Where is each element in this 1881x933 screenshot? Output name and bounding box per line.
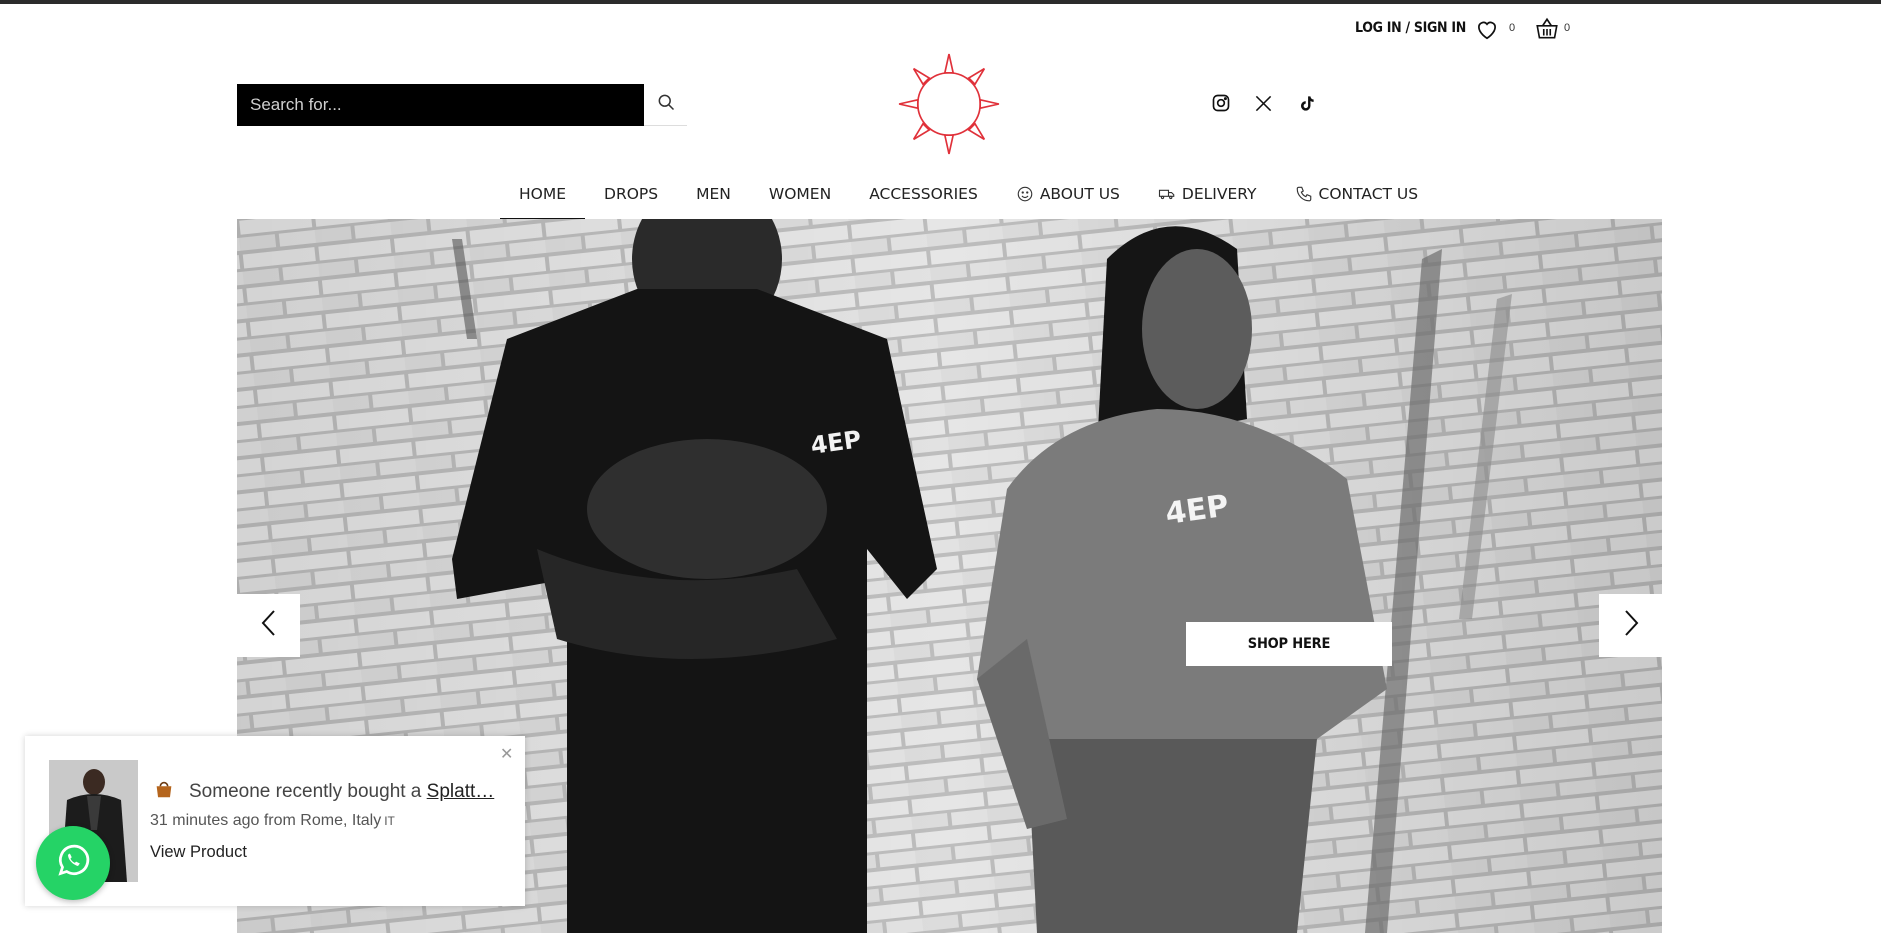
nav-label: MEN (696, 185, 731, 203)
slider-prev-button[interactable] (237, 594, 300, 657)
nav-item-home[interactable]: HOME (500, 168, 586, 220)
chevron-right-icon (1620, 608, 1642, 643)
nav-label: WOMEN (768, 185, 832, 203)
nav-item-men[interactable]: MEN (677, 168, 750, 220)
search-icon (656, 92, 676, 117)
nav-item-contact-us[interactable]: CONTACT US (1276, 168, 1438, 220)
nav-item-about-us[interactable]: ABOUT US (997, 168, 1139, 220)
shopping-bag-icon (153, 778, 175, 806)
shop-here-button[interactable]: SHOP HERE (1186, 622, 1392, 666)
whatsapp-button[interactable] (36, 826, 110, 900)
nav-label: DROPS (604, 185, 659, 203)
purchase-meta: 31 minutes ago from Rome, Italy IT (150, 812, 395, 830)
login-link[interactable]: LOG IN / SIGN IN (1355, 20, 1466, 36)
cart-count: 0 (1564, 22, 1571, 34)
top-border (0, 0, 1881, 4)
nav-label: HOME (519, 185, 567, 203)
view-product-link[interactable]: View Product (150, 843, 247, 862)
search-input[interactable] (237, 84, 644, 126)
nav-label: DELIVERY (1181, 185, 1257, 203)
nav-label: ABOUT US (1039, 185, 1120, 203)
smiley-icon (1016, 185, 1034, 203)
tiktok-icon[interactable] (1295, 92, 1317, 114)
instagram-icon[interactable] (1210, 92, 1232, 114)
nav-item-delivery[interactable]: DELIVERY (1139, 168, 1276, 220)
search-box (237, 84, 644, 126)
phone-icon (1295, 185, 1313, 203)
slider-next-button[interactable] (1599, 594, 1662, 657)
nav-label: CONTACT US (1318, 185, 1419, 203)
wishlist-count: 0 (1509, 22, 1516, 34)
country-code: IT (384, 814, 395, 828)
truck-icon (1158, 185, 1176, 203)
main-nav: HOME DROPS MEN WOMEN ACCESSORIES ABOUT U… (500, 168, 1437, 220)
nav-item-accessories[interactable]: ACCESSORIES (850, 168, 997, 220)
x-icon[interactable] (1252, 92, 1274, 114)
purchase-message: Someone recently bought a Splatt… (153, 778, 494, 806)
search-button[interactable] (644, 84, 687, 126)
product-link[interactable]: Splatt… (427, 781, 495, 802)
nav-item-women[interactable]: WOMEN (750, 168, 850, 220)
utility-bar: LOG IN / SIGN IN 0 0 (0, 16, 1881, 42)
wishlist-icon[interactable] (1474, 16, 1500, 42)
nav-label: ACCESSORIES (869, 185, 978, 203)
chevron-left-icon (258, 608, 280, 643)
cart-icon[interactable] (1534, 16, 1560, 42)
brand-logo[interactable] (897, 52, 1001, 156)
nav-item-drops[interactable]: DROPS (585, 168, 677, 220)
time-location: 31 minutes ago from Rome, Italy (150, 812, 382, 829)
purchase-text: Someone recently bought a (189, 781, 427, 802)
whatsapp-icon (53, 841, 93, 886)
close-icon[interactable]: ✕ (500, 744, 513, 764)
